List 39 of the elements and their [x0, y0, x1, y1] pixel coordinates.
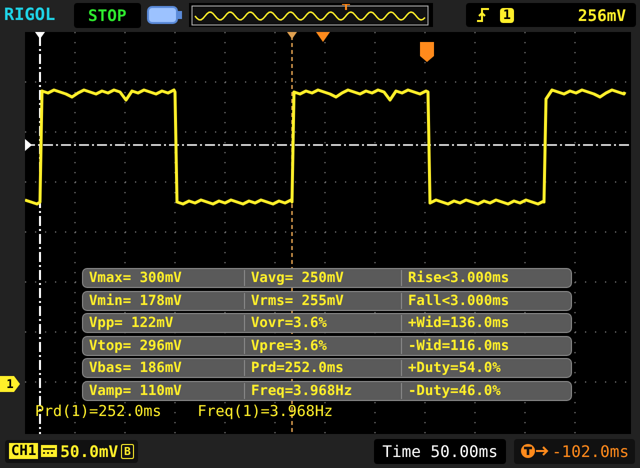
bandwidth-limit-badge: B [121, 444, 134, 458]
measurement-value: Freq=3.968Hz [244, 382, 401, 398]
measurement-value: +Duty=54.0% [401, 360, 571, 376]
cursor-readout: Prd(1)=252.0ms [35, 402, 162, 420]
measurement-value: Fall<3.000ms [401, 292, 571, 308]
measurement-value: Vmax= 300mV [88, 270, 183, 286]
time-center-marker-icon [316, 32, 330, 42]
measurement-value: Vpre=3.6% [244, 338, 401, 354]
trigger-source-badge: 1 [500, 8, 514, 22]
rising-edge-icon [476, 7, 490, 23]
trigger-level: 256mV [578, 6, 626, 24]
brand-logo: RIGOL [4, 5, 56, 25]
measurement-value: Vovr=3.6% [244, 315, 401, 331]
measurement-value: Prd=252.0ms [244, 360, 401, 376]
measurement-value: Vbas= 186mV [88, 360, 183, 376]
measurement-value: Rise<3.000ms [401, 270, 571, 286]
timebase-readout[interactable]: Time 50.00ms [374, 438, 506, 464]
trigger-t-icon [420, 42, 434, 62]
channel-label: CH1 [9, 443, 38, 459]
trigger-offset-panel[interactable]: -102.0ms [514, 438, 635, 464]
battery-icon [146, 5, 183, 25]
measurement-value: Vamp= 110mV [88, 382, 183, 398]
measurement-value: -Wid=116.0ms [401, 338, 571, 354]
run-state-label[interactable]: STOP [74, 2, 141, 28]
measurement-value: Vmin= 178mV [88, 292, 183, 308]
measurement-value: Vtop= 296mV [88, 338, 183, 354]
vertical-scale: 50.0mV [60, 442, 118, 460]
channel-settings[interactable]: CH1 50.0mV B [5, 440, 138, 462]
measurement-value: Vavg= 250mV [244, 270, 401, 286]
measurement-value: Vrms= 255mV [244, 292, 401, 308]
dc-coupling-icon [41, 445, 58, 457]
measurement-value: Vpp= 122mV [88, 315, 174, 331]
channel-marker[interactable]: 1 [0, 376, 20, 392]
measurement-value: -Duty=46.0% [401, 382, 571, 398]
trigger-level-marker-icon [25, 139, 32, 151]
trigger-offset: -102.0ms [552, 442, 629, 460]
cursor-readout: Freq(1)=3.968Hz [197, 402, 333, 420]
measurement-value: +Wid=136.0ms [401, 315, 571, 331]
trigger-arrow-icon [520, 443, 550, 459]
